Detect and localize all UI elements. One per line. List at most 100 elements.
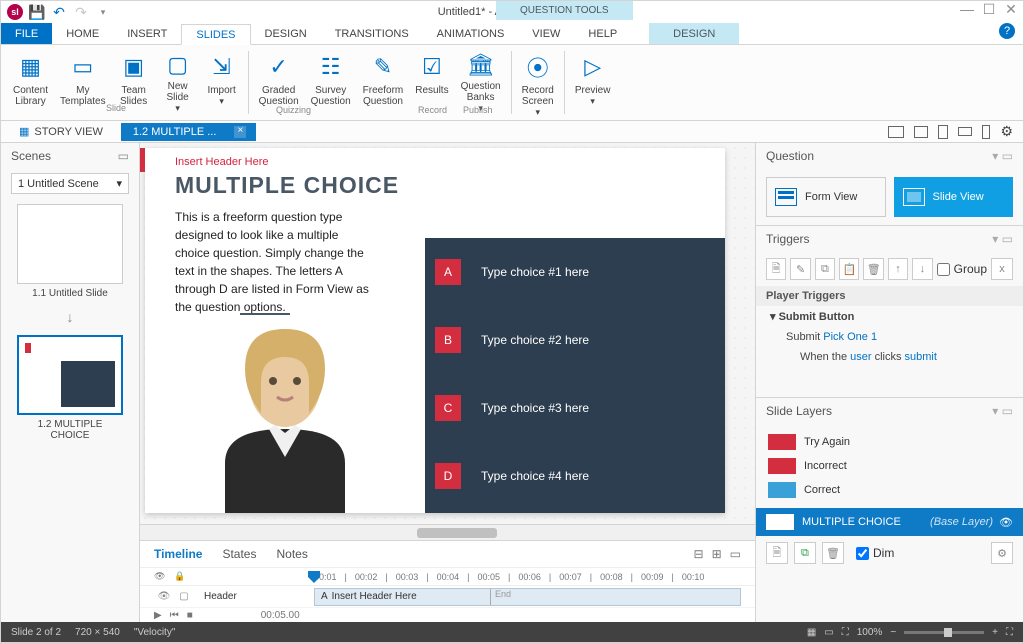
choice-a[interactable]: AType choice #1 here bbox=[425, 238, 725, 306]
slide-body-text[interactable]: This is a freeform question type designe… bbox=[175, 208, 375, 316]
copy-trigger-button[interactable]: ⧉ bbox=[815, 258, 835, 280]
undo-icon[interactable]: ↶ bbox=[51, 4, 67, 20]
group-checkbox[interactable] bbox=[937, 263, 950, 276]
tab-file[interactable]: FILE bbox=[1, 23, 52, 44]
scenes-menu-icon[interactable]: ▭ bbox=[118, 149, 129, 163]
move-down-trigger-button[interactable]: ↓ bbox=[912, 258, 932, 280]
choice-c[interactable]: CType choice #3 here bbox=[425, 374, 725, 442]
lock-column-icon[interactable]: 🔒 bbox=[174, 571, 194, 582]
save-icon[interactable]: 💾 bbox=[29, 4, 45, 20]
preview-button[interactable]: ▷Preview▾ bbox=[569, 49, 617, 116]
fit-icon[interactable]: ⛶ bbox=[842, 627, 849, 638]
zoom-slider[interactable] bbox=[904, 631, 984, 634]
choice-d[interactable]: DType choice #4 here bbox=[425, 442, 725, 510]
record-screen-button[interactable]: ⦿Record Screen▾ bbox=[516, 49, 560, 116]
device-tablet-landscape-icon[interactable] bbox=[914, 126, 928, 138]
view-story-icon[interactable]: ▦ bbox=[807, 627, 816, 638]
settings-icon[interactable]: ⚙ bbox=[1000, 123, 1013, 140]
move-up-trigger-button[interactable]: ↑ bbox=[888, 258, 908, 280]
choice-b[interactable]: BType choice #2 here bbox=[425, 306, 725, 374]
trigger-condition[interactable]: When the user clicks submit bbox=[756, 347, 1023, 367]
delete-trigger-button[interactable]: 🗑 bbox=[863, 258, 883, 280]
duplicate-layer-button[interactable]: ⧉ bbox=[794, 542, 816, 564]
slide-tab[interactable]: 1.2 MULTIPLE ...× bbox=[121, 123, 257, 141]
scene-select[interactable]: 1 Untitled Scene▾ bbox=[11, 173, 129, 194]
layer-incorrect[interactable]: Incorrect bbox=[766, 454, 1013, 478]
thumb-slide-1[interactable] bbox=[17, 204, 123, 284]
help-icon[interactable]: ? bbox=[999, 23, 1015, 39]
qat-dropdown-icon[interactable]: ▾ bbox=[95, 4, 111, 20]
tab-view[interactable]: VIEW bbox=[518, 23, 574, 44]
close-icon[interactable]: ✕ bbox=[1003, 1, 1019, 17]
device-desktop-icon[interactable] bbox=[888, 126, 904, 138]
slide-header-text[interactable]: Insert Header Here bbox=[175, 156, 269, 168]
paste-trigger-button[interactable]: 📋 bbox=[839, 258, 859, 280]
delete-layer-button[interactable]: 🗑 bbox=[822, 542, 844, 564]
timeline-row-header[interactable]: 👁▢ Header AInsert Header Here End bbox=[140, 586, 755, 608]
slide-tab-close-icon[interactable]: × bbox=[234, 126, 246, 138]
tab-states[interactable]: States bbox=[222, 547, 256, 561]
rewind-icon[interactable]: ⏮ bbox=[170, 610, 179, 621]
story-view-button[interactable]: ▦STORY VIEW bbox=[11, 123, 111, 140]
layer-try-again[interactable]: Try Again bbox=[766, 430, 1013, 454]
player-triggers-label: Player Triggers bbox=[756, 286, 1023, 306]
import-button[interactable]: ⇲Import▾ bbox=[200, 49, 244, 116]
stop-icon[interactable]: ■ bbox=[187, 610, 193, 621]
tab-design[interactable]: DESIGN bbox=[251, 23, 321, 44]
device-phone-landscape-icon[interactable] bbox=[958, 127, 972, 136]
layer-base[interactable]: MULTIPLE CHOICE (Base Layer)👁 bbox=[756, 508, 1023, 536]
tab-question-design[interactable]: DESIGN bbox=[649, 23, 739, 44]
zoom-level[interactable]: 100% bbox=[857, 627, 883, 638]
new-trigger-button[interactable]: 🗎 bbox=[766, 258, 786, 280]
question-tools-tab-label: QUESTION TOOLS bbox=[496, 1, 633, 20]
status-size: 720 × 540 bbox=[75, 627, 120, 638]
timeline-popout-icon[interactable]: ▭ bbox=[730, 547, 741, 561]
timeline-zoom-out-icon[interactable]: ⊟ bbox=[694, 547, 704, 561]
layer-correct[interactable]: Correct bbox=[766, 478, 1013, 502]
thumb-2-label: 1.2 MULTIPLE CHOICE bbox=[17, 419, 123, 441]
tab-slides[interactable]: SLIDES bbox=[181, 24, 250, 45]
view-slide-icon[interactable]: ▭ bbox=[824, 627, 833, 638]
slide-view-button[interactable]: Slide View bbox=[894, 177, 1014, 217]
variables-button[interactable]: x bbox=[991, 258, 1013, 280]
device-tablet-portrait-icon[interactable] bbox=[938, 125, 948, 139]
fit-window-icon[interactable]: ⛶ bbox=[1006, 627, 1013, 638]
form-view-button[interactable]: Form View bbox=[766, 177, 886, 217]
tab-timeline[interactable]: Timeline bbox=[154, 547, 202, 561]
app-logo: sl bbox=[7, 4, 23, 20]
survey-question-button[interactable]: ☷Survey Question bbox=[305, 49, 357, 116]
maximize-icon[interactable]: ☐ bbox=[981, 1, 997, 17]
freeform-question-button[interactable]: ✎Freeform Question bbox=[357, 49, 410, 116]
content-library-button[interactable]: ▦Content Library bbox=[7, 49, 54, 116]
eye-icon[interactable]: 👁 bbox=[999, 516, 1013, 529]
layer-settings-button[interactable]: ⚙ bbox=[991, 542, 1013, 564]
play-icon[interactable]: ▶ bbox=[154, 610, 162, 621]
redo-icon[interactable]: ↷ bbox=[73, 4, 89, 20]
new-slide-button[interactable]: ▢New Slide▾ bbox=[156, 49, 200, 116]
tab-notes[interactable]: Notes bbox=[276, 547, 307, 561]
slide-layers-title: Slide Layers bbox=[766, 404, 832, 418]
tab-transitions[interactable]: TRANSITIONS bbox=[321, 23, 423, 44]
tab-animations[interactable]: ANIMATIONS bbox=[423, 23, 519, 44]
slide-title[interactable]: MULTIPLE CHOICE bbox=[175, 172, 399, 199]
playhead-icon[interactable] bbox=[308, 571, 320, 583]
dim-checkbox[interactable] bbox=[856, 547, 869, 560]
status-theme: "Velocity" bbox=[134, 627, 176, 638]
ribbon-group-quizzing: Quizzing bbox=[276, 105, 311, 115]
timeline-zoom-in-icon[interactable]: ⊞ bbox=[712, 547, 722, 561]
thumb-slide-2[interactable] bbox=[17, 335, 123, 415]
zoom-out-icon[interactable]: − bbox=[890, 627, 896, 638]
zoom-in-icon[interactable]: + bbox=[992, 627, 998, 638]
tab-insert[interactable]: INSERT bbox=[113, 23, 181, 44]
trigger-item[interactable]: Submit Pick One 1 bbox=[756, 327, 1023, 347]
tab-help[interactable]: HELP bbox=[574, 23, 631, 44]
character-image[interactable] bbox=[185, 313, 385, 513]
device-phone-portrait-icon[interactable] bbox=[982, 125, 990, 139]
new-layer-button[interactable]: 🗎 bbox=[766, 542, 788, 564]
horizontal-scrollbar[interactable] bbox=[140, 524, 755, 540]
edit-trigger-button[interactable]: ✎ bbox=[790, 258, 810, 280]
minimize-icon[interactable]: — bbox=[959, 1, 975, 17]
tab-home[interactable]: HOME bbox=[52, 23, 113, 44]
slide-canvas[interactable]: Insert Header Here MULTIPLE CHOICE This … bbox=[145, 148, 725, 513]
visibility-column-icon[interactable]: 👁 bbox=[154, 571, 174, 582]
